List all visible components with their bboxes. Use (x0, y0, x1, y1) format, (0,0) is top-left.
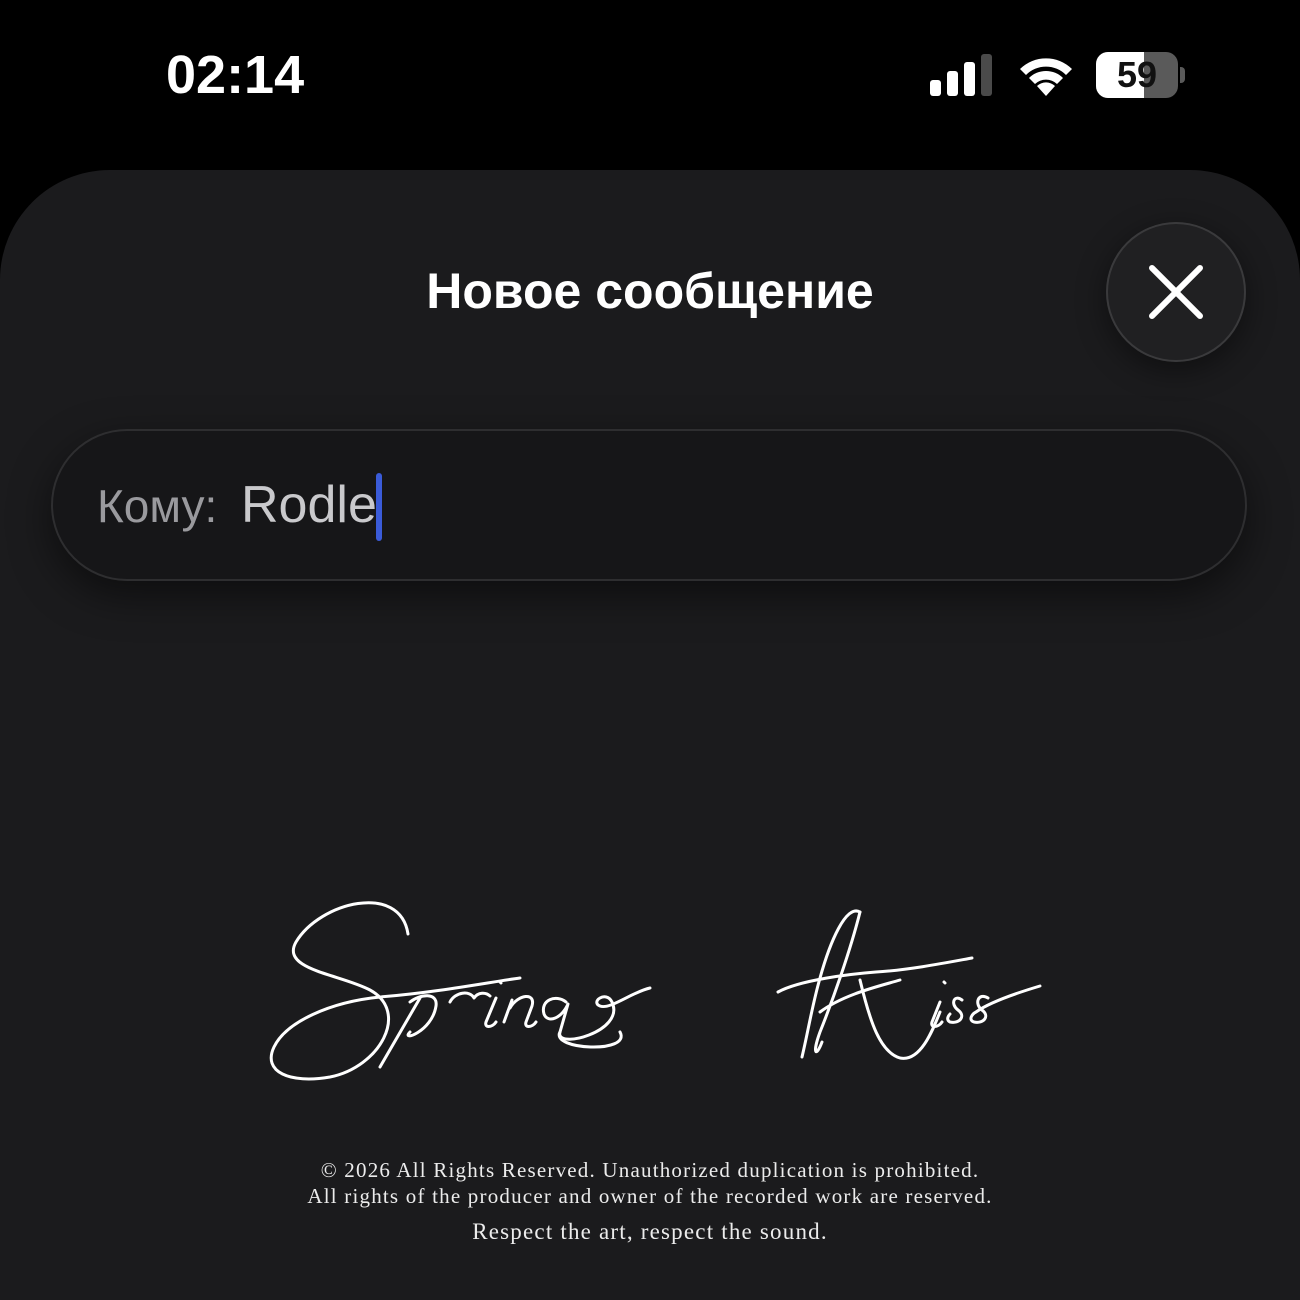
battery-icon: 59 (1096, 52, 1178, 98)
text-cursor (376, 473, 382, 541)
copyright-line-1: © 2026 All Rights Reserved. Unauthorized… (320, 1158, 980, 1182)
new-message-sheet: Новое сообщение Кому: Rodle © 2026 All R… (0, 170, 1300, 1300)
spring-kiss-signature-logo (269, 901, 1042, 1081)
sheet-title: Новое сообщение (426, 263, 874, 319)
tagline: Respect the art, respect the sound. (472, 1219, 828, 1244)
recipient-input[interactable]: Rodle (241, 475, 377, 535)
battery-cap (1180, 67, 1185, 83)
copyright-line-2: All rights of the producer and owner of … (307, 1184, 993, 1208)
recipient-label: Кому: (97, 480, 218, 532)
battery-level: 59 (1116, 54, 1158, 95)
recipient-field[interactable]: Кому: Rodle (51, 429, 1247, 581)
close-icon (1149, 265, 1203, 319)
wifi-icon (1020, 58, 1072, 96)
status-time: 02:14 (166, 45, 305, 105)
close-button[interactable] (1106, 222, 1246, 362)
cellular-signal-icon (930, 54, 992, 96)
battery-indicator: 59 (1096, 52, 1186, 98)
status-bar: 02:14 59 (0, 0, 1300, 150)
